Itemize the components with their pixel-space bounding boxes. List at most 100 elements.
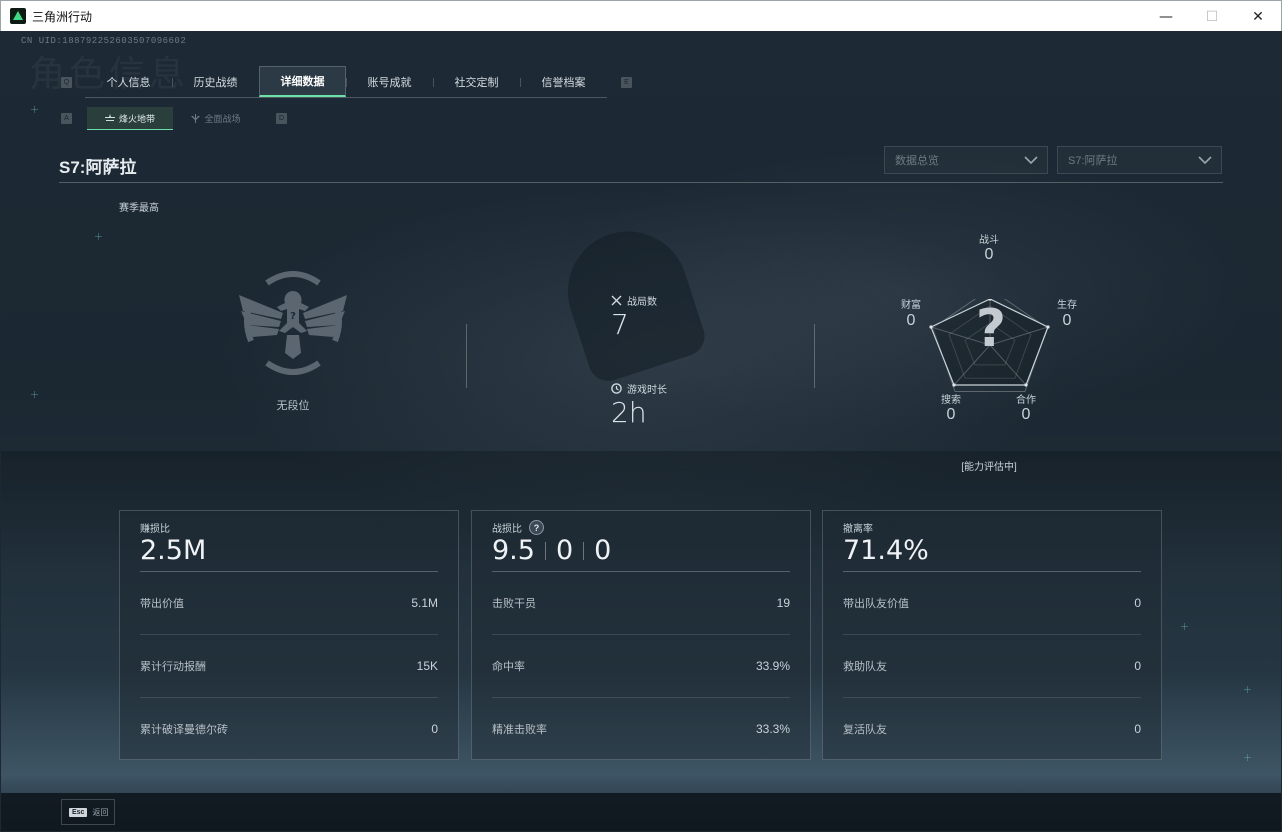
stat-row-label: 精准击败率 (492, 723, 547, 736)
stat-row-label: 带出价值 (140, 597, 184, 610)
window-controls: — ☐ ✕ (1143, 1, 1281, 32)
back-button[interactable]: Esc 返回 (61, 799, 115, 825)
warfare-mode-icon (191, 114, 201, 123)
stat-row-label: 击败干员 (492, 597, 536, 610)
kd-tertiary-value: 0 (594, 535, 612, 566)
stat-row-value: 0 (431, 721, 438, 736)
rank-emblem-icon: ? (239, 271, 347, 375)
mode-subtabs: 烽火地带 全面战场 (87, 107, 259, 130)
stat-row: 精准击败率 33.3% (492, 697, 790, 760)
stat-row: 累计破译曼德尔砖 0 (140, 697, 438, 760)
tab-personal-info[interactable]: 个人信息 (85, 66, 172, 97)
value-separator (583, 541, 585, 560)
app-logo-icon (10, 8, 26, 24)
user-uid: CN UID:1887922526035070966​02 (21, 36, 187, 46)
decor-cross (31, 106, 38, 113)
playtime-label: 游戏时长 (611, 381, 667, 396)
radar-combat-value: 0 (984, 246, 994, 263)
chevron-down-icon (1198, 156, 1212, 165)
view-select[interactable]: 数据总览 (884, 146, 1048, 174)
season-divider (59, 182, 1223, 183)
tab-detailed-data[interactable]: 详细数据 (259, 66, 346, 97)
decor-cross (95, 233, 102, 240)
close-button[interactable]: ✕ (1235, 1, 1281, 32)
tab-social-custom[interactable]: 社交定制 (433, 66, 520, 97)
decor-cross (1181, 623, 1188, 630)
subtab-operations[interactable]: 烽火地带 (87, 107, 173, 130)
radar-coop-value: 0 (1021, 406, 1031, 423)
radar-unknown: ? (975, 299, 1007, 359)
help-icon[interactable]: ? (529, 520, 544, 535)
window-title: 三角洲行动 (32, 9, 93, 24)
maximize-button[interactable]: ☐ (1189, 1, 1235, 32)
matches-label-text: 战局数 (627, 297, 657, 308)
stat-row-label: 累计行动报酬 (140, 660, 206, 673)
season-best-label: 赛季最高 (119, 203, 159, 214)
tab-achievements[interactable]: 账号成就 (346, 66, 433, 97)
stat-row-label: 累计破译曼德尔砖 (140, 723, 228, 736)
section-divider (466, 324, 467, 388)
radar-survival-value: 0 (1062, 312, 1072, 329)
stat-row-label: 带出队友价值 (843, 597, 909, 610)
kd-secondary-value: 0 (555, 535, 574, 566)
stat-row: 命中率 33.9% (492, 634, 790, 697)
matches-label: 战局数 (611, 293, 657, 308)
chevron-down-icon (1024, 156, 1038, 165)
tab-credit-record[interactable]: 信誉档案 (520, 66, 607, 97)
value-separator (544, 541, 546, 560)
kd-ratio-values: 9.5 0 0 (492, 535, 611, 566)
profit-ratio-title: 赚损比 (140, 524, 170, 535)
stat-row-value: 0 (1134, 595, 1141, 610)
main-tabs: 个人信息 历史战绩 详细数据 账号成就 社交定制 信誉档案 (85, 66, 607, 98)
extraction-rate-value: 71.4% (843, 535, 929, 566)
radar-coop-label: 合作 (1016, 395, 1036, 406)
minimize-button[interactable]: — (1143, 1, 1189, 32)
key-hint-a: A (61, 113, 72, 124)
kd-ratio-value: 9.5 (492, 535, 535, 566)
crossed-swords-icon (611, 295, 622, 306)
bottom-bar (1, 793, 1281, 831)
extraction-rate-title: 撤离率 (843, 524, 873, 535)
subtab-warfare-label: 全面战场 (204, 114, 241, 124)
stat-row-value: 5.1M (411, 595, 438, 610)
stat-row: 带出队友价值 0 (843, 571, 1141, 634)
stat-row-value: 19 (776, 595, 790, 610)
stat-row: 击败干员 19 (492, 571, 790, 634)
radar-search-value: 0 (946, 406, 956, 423)
window-titlebar: 三角洲行动 — ☐ ✕ (0, 0, 1282, 31)
back-button-label: 返回 (92, 807, 109, 817)
svg-text:?: ? (290, 311, 296, 322)
subtab-warfare[interactable]: 全面战场 (173, 107, 259, 130)
radar-combat-label: 战斗 (979, 235, 999, 246)
season-select[interactable]: S7:阿萨拉 (1057, 146, 1222, 174)
stat-row: 救助队友 0 (843, 634, 1141, 697)
esc-key-hint: Esc (69, 807, 88, 817)
rank-label: 无段位 (276, 400, 310, 412)
key-hint-e: E (621, 77, 632, 88)
matches-value: 7 (611, 308, 629, 341)
key-hint-q: Q (61, 77, 72, 88)
radar-survival-label: 生存 (1057, 300, 1077, 311)
stat-row: 累计行动报酬 15K (140, 634, 438, 697)
view-select-value: 数据总览 (895, 155, 939, 167)
stat-row-value: 33.9% (755, 658, 790, 673)
kd-ratio-card: 战损比 ? 9.5 0 0 击败干员 19 命中率 33.9% 精准击败率 33… (471, 510, 811, 760)
operations-mode-icon (104, 114, 115, 121)
kd-ratio-title-text: 战损比 (492, 524, 522, 535)
extraction-rate-card: 撤离率 71.4% 带出队友价值 0 救助队友 0 复活队友 0 (822, 510, 1162, 760)
radar-search-label: 搜索 (941, 395, 961, 406)
section-divider (814, 324, 815, 388)
stat-row-value: 0 (1134, 721, 1141, 736)
playtime-label-text: 游戏时长 (627, 385, 667, 396)
profit-ratio-card: 赚损比 2.5M 带出价值 5.1M 累计行动报酬 15K 累计破译曼德尔砖 0 (119, 510, 459, 760)
decor-cross (1244, 754, 1251, 761)
subtab-operations-label: 烽火地带 (118, 113, 155, 124)
kd-ratio-title: 战损比 ? (492, 520, 544, 535)
stat-row-value: 0 (1134, 658, 1141, 673)
radar-wealth-label: 财富 (901, 300, 921, 311)
tab-match-history[interactable]: 历史战绩 (172, 66, 259, 97)
stat-row-label: 救助队友 (843, 660, 887, 673)
stat-row-value: 33.3% (755, 721, 790, 736)
stat-row-value: 15K (416, 658, 438, 673)
stat-row-label: 复活队友 (843, 723, 887, 736)
